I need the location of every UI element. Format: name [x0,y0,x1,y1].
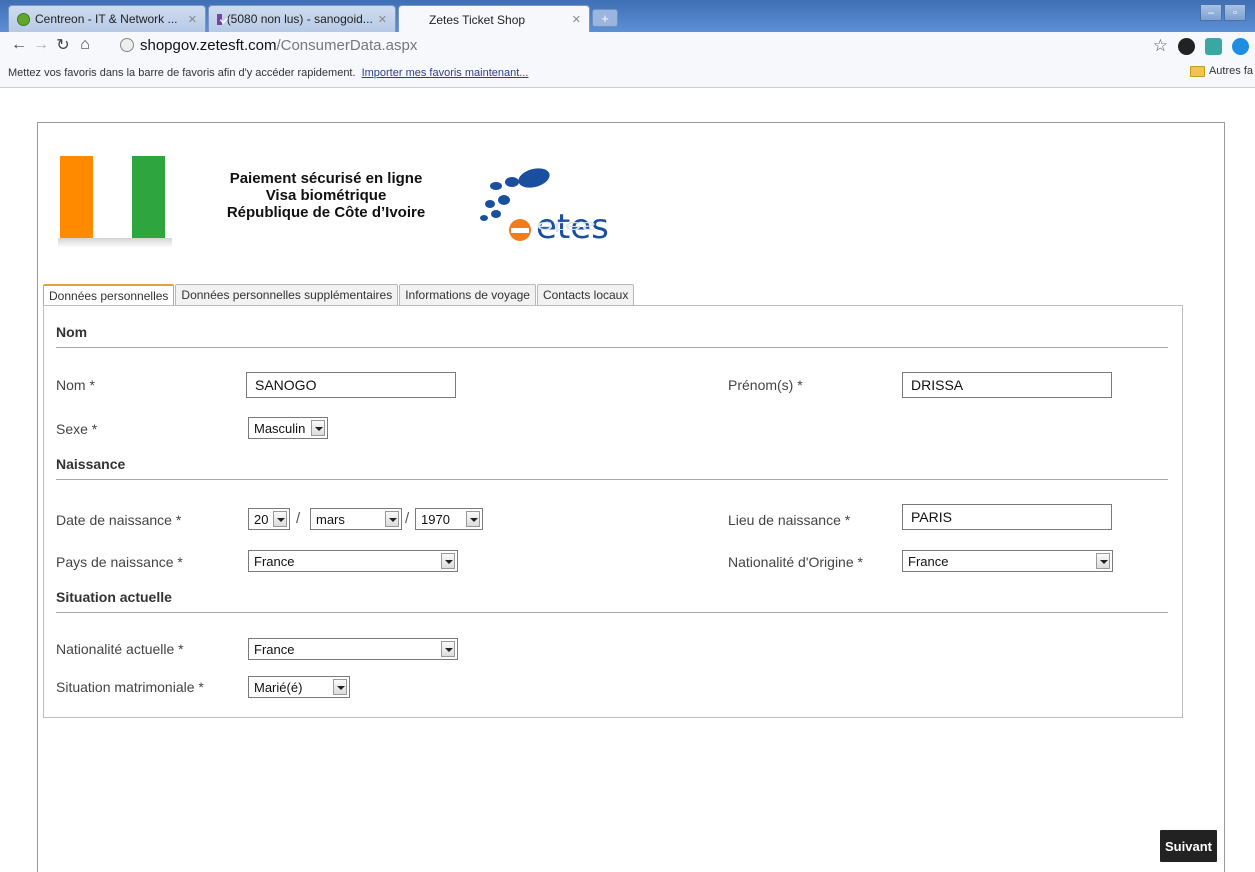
url-path: /ConsumerData.aspx [276,36,418,54]
label-date-naissance: Date de naissance * [56,512,182,528]
chevron-down-icon [385,511,399,527]
tab-donnees-supplementaires[interactable]: Données personnelles supplémentaires [175,284,399,307]
pays-naissance-value: France [254,553,295,569]
browser-tab-mail[interactable]: (5080 non lus) - sanogoid... ✕ [208,5,396,32]
sexe-select[interactable]: Masculin [248,417,328,439]
page-header-text: Paiement sécurisé en ligne Visa biométri… [208,170,444,221]
browser-tab-title: Zetes Ticket Shop [429,12,526,27]
chevron-down-icon [273,511,287,527]
birth-month-select[interactable]: mars [310,508,402,530]
centreon-icon [17,12,30,26]
section-divider [56,347,1168,348]
section-title-naissance: Naissance [56,456,126,472]
chevron-down-icon [333,679,347,695]
browser-tab-centreon[interactable]: Centreon - IT & Network ... ✕ [8,5,206,32]
label-nom: Nom * [56,377,95,393]
tab-donnees-personnelles[interactable]: Données personnelles [43,284,175,307]
section-divider [56,612,1168,613]
nom-input[interactable]: SANOGO [246,372,456,398]
nationalite-actuelle-value: France [254,641,295,657]
section-divider [56,479,1168,480]
chevron-down-icon [466,511,480,527]
chevron-down-icon [1096,553,1110,569]
zetes-logo: etes etes [480,168,609,247]
header-line-1: Paiement sécurisé en ligne [229,170,423,187]
import-bookmarks-link[interactable]: Importer mes favoris maintenant... [362,67,529,79]
minimize-button[interactable]: – [1200,4,1222,21]
logo-reflection: etes [536,218,596,234]
browser-toolbar: ← → ↻ ⌂ shopgov.zetesft.com/ConsumerData… [0,32,1255,58]
other-bookmarks-label: Autres fa [1208,65,1253,77]
sexe-value: Masculin [254,420,306,436]
nationalite-origine-select[interactable]: France [902,550,1113,572]
chevron-down-icon [441,553,455,569]
home-icon[interactable]: ⌂ [74,36,96,54]
back-arrow-icon[interactable]: ← [8,36,30,54]
label-pays-naissance: Pays de naissance * [56,554,183,570]
bookmarks-hint: Mettez vos favoris dans la barre de favo… [8,66,356,79]
cote-divoire-flag [60,156,170,240]
browser-tabstrip: Centreon - IT & Network ... ✕ (5080 non … [0,0,1255,33]
header-line-2: Visa biométrique [265,187,387,204]
address-bar[interactable]: shopgov.zetesft.com/ConsumerData.aspx [120,33,1120,57]
form-tabs: Données personnelles Données personnelle… [43,284,635,307]
birth-year-value: 1970 [421,511,450,527]
bookmarks-bar: Mettez vos favoris dans la barre de favo… [0,58,1255,88]
mail-icon [217,13,222,25]
nationalite-actuelle-select[interactable]: France [248,638,458,660]
birth-day-value: 20 [254,511,269,527]
close-icon[interactable]: ✕ [378,13,387,26]
extension-icon[interactable] [1178,37,1195,55]
flag-reflection [58,238,172,248]
label-lieu-naissance: Lieu de naissance * [728,512,851,528]
url-host: shopgov.zetesft.com [140,36,277,54]
lieu-naissance-input[interactable]: PARIS [902,504,1112,530]
next-button[interactable]: Suivant [1160,830,1217,862]
nationalite-origine-value: France [908,553,949,569]
situation-matrimoniale-value: Marié(é) [254,679,303,695]
date-separator: / [296,510,301,527]
extension-icon[interactable] [1205,37,1222,55]
close-icon[interactable]: ✕ [188,13,197,26]
browser-tab-zetes[interactable]: Zetes Ticket Shop ✕ [398,5,590,33]
prenom-input[interactable]: DRISSA [902,372,1112,398]
situation-matrimoniale-select[interactable]: Marié(é) [248,676,350,698]
forward-arrow-icon[interactable]: → [30,36,52,54]
label-nationalite-actuelle: Nationalité actuelle * [56,641,184,657]
label-nationalite-origine: Nationalité d'Origine * [728,554,863,570]
browser-tab-title: (5080 non lus) - sanogoid... [226,12,373,26]
browser-tab-title: Centreon - IT & Network ... [35,12,178,26]
label-prenom: Prénom(s) * [728,377,803,393]
section-title-nom: Nom [56,324,88,340]
skype-icon[interactable] [1232,37,1249,55]
pays-naissance-select[interactable]: France [248,550,458,572]
globe-icon [120,38,134,52]
tab-informations-voyage[interactable]: Informations de voyage [399,284,536,307]
close-icon[interactable]: ✕ [572,13,581,26]
header-line-3: République de Côte d’Ivoire [226,204,426,221]
date-separator: / [405,510,410,527]
section-title-situation: Situation actuelle [56,589,172,605]
label-situation-matrimoniale: Situation matrimoniale * [56,679,204,695]
tab-contacts-locaux[interactable]: Contacts locaux [536,284,635,307]
birth-month-value: mars [316,511,345,527]
chevron-down-icon [311,420,325,436]
other-bookmarks[interactable]: Autres fa [1189,65,1253,77]
new-tab-button[interactable]: + [592,9,618,27]
birth-day-select[interactable]: 20 [248,508,290,530]
star-icon[interactable]: ☆ [1153,36,1168,56]
birth-year-select[interactable]: 1970 [415,508,483,530]
reload-icon[interactable]: ↻ [52,35,74,55]
maximize-button[interactable]: ▫ [1224,4,1246,21]
chevron-down-icon [441,641,455,657]
folder-icon [1189,65,1205,77]
label-sexe: Sexe * [56,421,98,437]
